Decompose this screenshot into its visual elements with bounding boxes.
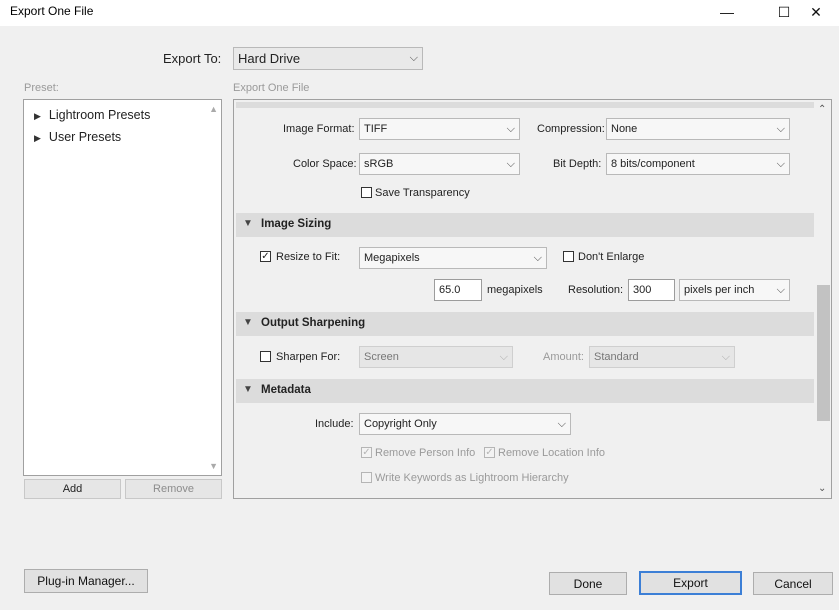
compression-label: Compression: <box>537 123 605 135</box>
chevron-down-icon: ⌵ <box>776 283 785 296</box>
chevron-down-icon: ⌵ <box>533 251 542 264</box>
megapixels-input[interactable]: 65.0 <box>434 279 482 301</box>
resolution-label: Resolution: <box>568 284 624 296</box>
resize-to-fit-label: Resize to Fit: <box>276 251 341 263</box>
save-transparency-checkbox[interactable] <box>361 187 372 198</box>
bit-depth-label: Bit Depth: <box>553 158 602 170</box>
remove-location-info-label: Remove Location Info <box>498 447 606 459</box>
color-space-label: Color Space: <box>293 158 357 170</box>
resolution-unit-value: pixels per inch <box>684 284 755 296</box>
remove-location-info-checkbox[interactable]: ✓ <box>484 447 495 458</box>
save-transparency-label: Save Transparency <box>375 187 470 199</box>
chevron-down-icon: ⌵ <box>506 122 515 135</box>
image-sizing-header[interactable]: ▼ Image Sizing <box>236 213 814 237</box>
collapse-triangle-icon: ▼ <box>243 317 253 328</box>
check-icon: ✓ <box>261 250 270 262</box>
output-sharpening-header[interactable]: ▼ Output Sharpening <box>236 312 814 336</box>
sharpen-for-select[interactable]: Screen ⌵ <box>359 346 513 368</box>
scroll-up-icon[interactable]: ▲ <box>209 104 218 114</box>
close-icon: ✕ <box>810 3 822 20</box>
collapse-triangle-icon: ▼ <box>243 384 253 395</box>
color-space-value: sRGB <box>364 158 394 170</box>
minimize-button[interactable]: — <box>704 0 750 24</box>
image-format-value: TIFF <box>364 123 388 135</box>
remove-preset-button[interactable]: Remove <box>125 479 222 499</box>
metadata-title: Metadata <box>261 384 311 396</box>
output-sharpening-title: Output Sharpening <box>261 317 366 329</box>
megapixels-unit: megapixels <box>487 284 543 296</box>
sharpen-for-value: Screen <box>364 351 399 363</box>
chevron-down-icon: ⌵ <box>776 122 785 135</box>
chevron-down-icon: ⌵ <box>776 157 785 170</box>
image-format-label: Image Format: <box>283 123 355 135</box>
scroll-down-icon[interactable]: ▼ <box>209 461 218 471</box>
collapse-triangle-icon: ▼ <box>243 218 253 229</box>
panel-label: Export One File <box>233 82 310 94</box>
export-button[interactable]: Export <box>639 571 742 595</box>
cancel-button[interactable]: Cancel <box>753 572 833 595</box>
compression-value: None <box>611 123 638 135</box>
preset-list[interactable]: ▶ Lightroom Presets ▶ User Presets ▲ ▼ <box>23 99 222 476</box>
dont-enlarge-label: Don't Enlarge <box>578 251 645 263</box>
remove-person-info-checkbox[interactable]: ✓ <box>361 447 372 458</box>
chevron-down-icon: ⌵ <box>506 157 515 170</box>
amount-label: Amount: <box>543 351 584 363</box>
chevron-down-icon: ⌵ <box>721 350 730 363</box>
chevron-down-icon: ⌵ <box>409 52 418 64</box>
scrollbar-thumb[interactable] <box>817 285 830 421</box>
plugin-manager-button[interactable]: Plug-in Manager... <box>24 569 148 593</box>
preset-label: Preset: <box>24 82 59 94</box>
include-select[interactable]: Copyright Only ⌵ <box>359 413 571 435</box>
chevron-down-icon: ⌵ <box>557 417 566 430</box>
chevron-down-icon: ⌵ <box>499 350 508 363</box>
expand-triangle-icon: ▶ <box>34 133 41 143</box>
export-to-value: Hard Drive <box>238 51 301 66</box>
minimize-icon: — <box>720 4 734 20</box>
write-keywords-checkbox[interactable] <box>361 472 372 483</box>
scroll-down-icon[interactable]: ⌄ <box>818 483 826 494</box>
write-keywords-label: Write Keywords as Lightroom Hierarchy <box>375 472 569 484</box>
done-button[interactable]: Done <box>549 572 627 595</box>
image-sizing-title: Image Sizing <box>261 218 332 230</box>
dont-enlarge-checkbox[interactable] <box>563 251 574 262</box>
sharpen-for-label: Sharpen For: <box>276 351 341 363</box>
compression-select[interactable]: None ⌵ <box>606 118 790 140</box>
resize-mode-value: Megapixels <box>364 252 420 264</box>
resolution-input[interactable]: 300 <box>628 279 675 301</box>
resize-to-fit-checkbox[interactable]: ✓ <box>260 251 271 262</box>
add-preset-button[interactable]: Add <box>24 479 121 499</box>
window-title: Export One File <box>10 4 94 18</box>
check-icon: ✓ <box>485 446 494 458</box>
amount-select[interactable]: Standard ⌵ <box>589 346 735 368</box>
section-divider <box>236 102 814 108</box>
scroll-up-icon[interactable]: ⌃ <box>818 104 826 115</box>
close-button[interactable]: ✕ <box>793 0 839 24</box>
metadata-header[interactable]: ▼ Metadata <box>236 379 814 403</box>
remove-person-info-label: Remove Person Info <box>375 447 476 459</box>
bit-depth-value: 8 bits/component <box>611 158 695 170</box>
export-to-select[interactable]: Hard Drive ⌵ <box>233 47 423 70</box>
preset-item-label: User Presets <box>48 130 122 144</box>
sharpen-for-checkbox[interactable] <box>260 351 271 362</box>
export-to-label: Export To: <box>163 51 222 66</box>
bit-depth-select[interactable]: 8 bits/component ⌵ <box>606 153 790 175</box>
resize-mode-select[interactable]: Megapixels ⌵ <box>359 247 547 269</box>
preset-item-label: Lightroom Presets <box>48 108 151 122</box>
expand-triangle-icon: ▶ <box>34 111 41 121</box>
color-space-select[interactable]: sRGB ⌵ <box>359 153 520 175</box>
include-value: Copyright Only <box>364 418 437 430</box>
resolution-unit-select[interactable]: pixels per inch ⌵ <box>679 279 790 301</box>
preset-item-lightroom[interactable]: ▶ Lightroom Presets <box>34 108 150 122</box>
image-format-select[interactable]: TIFF ⌵ <box>359 118 520 140</box>
preset-item-user[interactable]: ▶ User Presets <box>34 130 121 144</box>
include-label: Include: <box>315 418 354 430</box>
check-icon: ✓ <box>362 446 371 458</box>
amount-value: Standard <box>594 351 639 363</box>
maximize-icon: ☐ <box>777 3 791 20</box>
